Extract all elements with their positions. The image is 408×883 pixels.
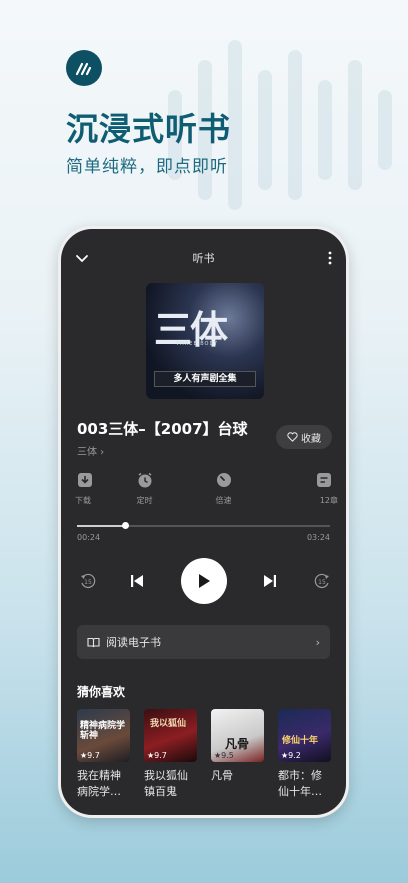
rewind-15-icon: 15 xyxy=(81,573,96,589)
book-link[interactable]: 三体 › xyxy=(77,443,104,458)
action-bar: 下载 定时 倍速 12章 xyxy=(69,472,346,506)
phone-frame: 听书 三体 THREE BODY 多人有声剧全集 003三体–【2007】台球 … xyxy=(58,226,349,818)
recommendation-cover: 我以狐仙 ★9.7 xyxy=(144,709,197,762)
recommendations-title: 猜你喜欢 xyxy=(77,685,126,699)
track-title: 003三体–【2007】台球 xyxy=(77,420,248,438)
album-cover: 三体 THREE BODY 多人有声剧全集 xyxy=(146,283,264,399)
read-ebook-button[interactable]: 阅读电子书 › xyxy=(77,625,330,659)
rating: ★9.5 xyxy=(214,751,234,760)
next-button[interactable] xyxy=(260,557,280,605)
progress-bar[interactable] xyxy=(77,522,330,529)
download-icon xyxy=(78,473,92,487)
cover-title: 精神病院学斩神 xyxy=(80,721,126,741)
promo-subheadline: 简单纯粹，即点即听 xyxy=(66,157,228,177)
forward-15-icon: 15 xyxy=(314,573,329,589)
recommendation-cover: 精神病院学斩神 ★9.7 xyxy=(77,709,130,762)
recommendation-item[interactable]: 精神病院学斩神 ★9.7 我在精神病院学… xyxy=(77,709,130,800)
playback-controls: 15 15 xyxy=(61,557,346,605)
player-title: 听书 xyxy=(192,252,215,265)
speed-label: 倍速 xyxy=(215,496,232,505)
cover-tag: THREE BODY xyxy=(176,341,219,347)
book-icon xyxy=(87,637,100,647)
skip-back-button[interactable]: 15 xyxy=(77,557,99,605)
favorite-label: 收藏 xyxy=(301,433,321,445)
previous-button[interactable] xyxy=(127,557,147,605)
skip-forward-seconds: 15 xyxy=(318,579,326,586)
speed-button[interactable]: 倍速 xyxy=(184,472,263,506)
chapters-label: 12章 xyxy=(319,496,338,505)
recommendation-cover: 凡骨 ★9.5 xyxy=(211,709,264,762)
cover-title: 修仙十年 xyxy=(282,736,319,746)
play-icon xyxy=(199,574,210,588)
app-logo-icon xyxy=(66,50,102,86)
timer-button[interactable]: 定时 xyxy=(105,472,184,506)
recommendations-list: 精神病院学斩神 ★9.7 我在精神病院学… 我以狐仙 ★9.7 我以狐仙镇百鬼 … xyxy=(77,709,331,800)
skip-back-seconds: 15 xyxy=(84,579,92,586)
chapters-button[interactable]: 12章 xyxy=(298,472,338,506)
download-button[interactable]: 下载 xyxy=(69,472,105,506)
skip-forward-button[interactable]: 15 xyxy=(311,557,333,605)
rating: ★9.7 xyxy=(80,751,100,760)
ebook-label: 阅读电子书 xyxy=(106,636,161,649)
progress-handle[interactable] xyxy=(122,522,130,529)
elapsed-time: 00:24 xyxy=(77,533,101,542)
recommendation-name: 都市：修仙十年… xyxy=(278,769,322,798)
recommendation-name: 凡骨 xyxy=(211,769,233,782)
chevron-right-icon: › xyxy=(315,635,320,649)
recommendation-item[interactable]: 修仙十年 ★9.2 都市：修仙十年… xyxy=(278,709,331,800)
promo-headline: 沉浸式听书 xyxy=(66,110,232,148)
download-label: 下载 xyxy=(75,496,91,505)
rating: ★9.2 xyxy=(281,751,301,760)
timer-label: 定时 xyxy=(136,496,153,505)
rating: ★9.7 xyxy=(147,751,167,760)
cover-banner: 多人有声剧全集 xyxy=(154,371,256,387)
recommendation-item[interactable]: 凡骨 ★9.5 凡骨 xyxy=(211,709,264,800)
cover-title: 我以狐仙 xyxy=(150,719,187,729)
favorite-button[interactable]: 收藏 xyxy=(276,425,332,449)
timer-icon xyxy=(138,472,151,488)
total-time: 03:24 xyxy=(306,533,330,542)
play-button[interactable] xyxy=(180,557,228,605)
more-options-icon[interactable] xyxy=(328,250,332,269)
player-header: 听书 xyxy=(61,247,346,267)
recommendation-name: 我在精神病院学… xyxy=(77,769,121,798)
recommendation-item[interactable]: 我以狐仙 ★9.7 我以狐仙镇百鬼 xyxy=(144,709,197,800)
progress-fill xyxy=(77,525,126,527)
heart-icon xyxy=(287,432,298,442)
recommendation-name: 我以狐仙镇百鬼 xyxy=(144,769,188,798)
previous-icon xyxy=(131,575,143,587)
speed-icon xyxy=(216,473,231,487)
cover-title: 凡骨 xyxy=(225,737,250,751)
player-screen: 听书 三体 THREE BODY 多人有声剧全集 003三体–【2007】台球 … xyxy=(61,229,346,815)
chapters-icon xyxy=(317,473,331,487)
next-icon xyxy=(264,575,276,587)
recommendation-cover: 修仙十年 ★9.2 xyxy=(278,709,331,762)
